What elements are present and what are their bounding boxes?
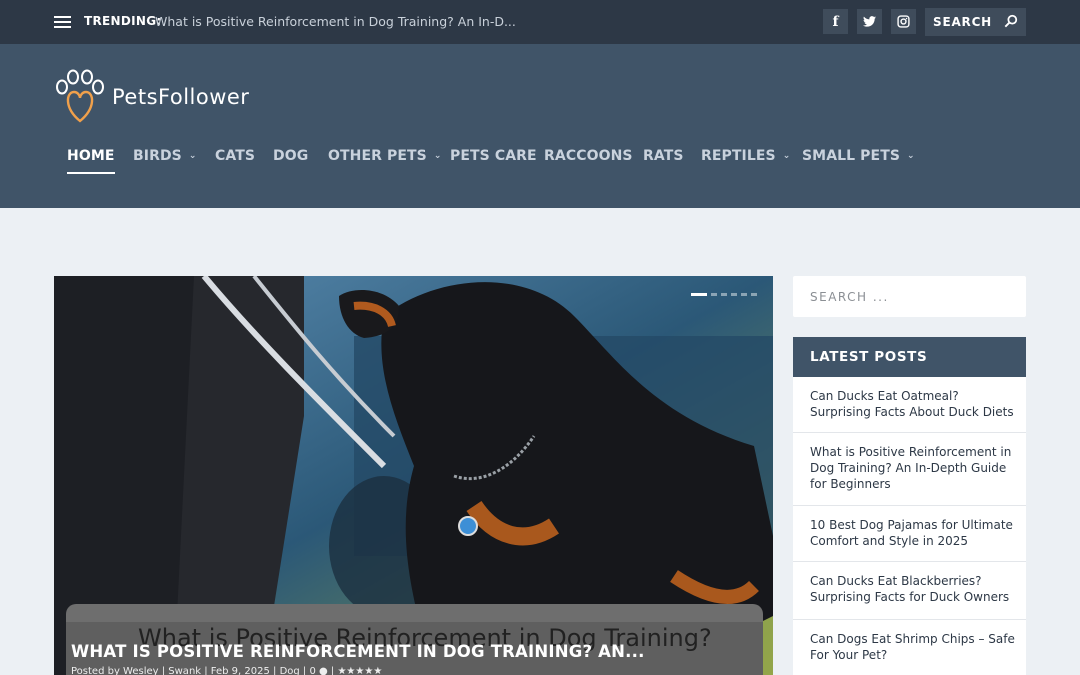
- nav-cats[interactable]: CATS: [215, 148, 255, 164]
- list-item[interactable]: What is Positive Reinforcement in Dog Tr…: [793, 433, 1026, 506]
- instagram-icon[interactable]: [891, 9, 916, 34]
- nav-raccoons[interactable]: RACCOONS: [544, 148, 633, 164]
- top-search-box[interactable]: SEARCH: [925, 8, 1026, 36]
- slide-dot[interactable]: [741, 293, 747, 296]
- sidebar-search-input[interactable]: [793, 276, 1026, 317]
- nav-other-pets[interactable]: OTHER PETS ⌄: [328, 148, 442, 164]
- nav-reptiles[interactable]: REPTILES ⌄: [701, 148, 790, 164]
- latest-posts-title: LATEST POSTS: [810, 349, 928, 365]
- nav-pets-care[interactable]: PETS CARE: [450, 148, 537, 164]
- list-item[interactable]: Can Ducks Eat Blackberries? Surprising F…: [793, 562, 1026, 620]
- main-nav: HOME BIRDS ⌄ CATS DOG OTHER PETS ⌄ PETS CA…: [0, 148, 1080, 178]
- slide-dot[interactable]: [711, 293, 717, 296]
- featured-meta: Posted by Wesley | Swank | Feb 9, 2025 |…: [71, 666, 383, 675]
- list-item[interactable]: 10 Best Dog Pajamas for Ultimate Comfort…: [793, 506, 1026, 562]
- trending-link[interactable]: What is Positive Reinforcement in Dog Tr…: [155, 14, 516, 29]
- list-item[interactable]: Can Ducks Eat Oatmeal? Surprising Facts …: [793, 377, 1026, 433]
- slide-dot[interactable]: [721, 293, 727, 296]
- site-logo[interactable]: PetsFollower: [54, 68, 249, 128]
- chevron-down-icon: ⌄: [188, 151, 197, 161]
- twitter-icon[interactable]: [857, 9, 882, 34]
- paw-heart-icon: [56, 69, 104, 123]
- slide-dot[interactable]: [731, 293, 737, 296]
- trending-label: TRENDING:: [84, 14, 162, 28]
- nav-rats[interactable]: RATS: [643, 148, 684, 164]
- site-header: PetsFollower HOME BIRDS ⌄ CATS DOG OTHER …: [0, 44, 1080, 208]
- latest-posts-header: LATEST POSTS: [793, 337, 1026, 377]
- chevron-down-icon: ⌄: [433, 151, 442, 161]
- active-underline: [67, 172, 115, 174]
- top-bar: TRENDING: What is Positive Reinforcement…: [0, 0, 1080, 44]
- slide-dot[interactable]: [691, 293, 707, 296]
- chevron-down-icon: ⌄: [907, 151, 915, 161]
- slider-pagination: [691, 293, 757, 296]
- featured-caption: What is Positive Reinforcement in Dog Tr…: [66, 604, 763, 675]
- nav-small-pets[interactable]: SMALL PETS ⌄: [802, 148, 915, 164]
- nav-birds[interactable]: BIRDS ⌄: [133, 148, 197, 164]
- menu-icon[interactable]: [54, 16, 71, 28]
- featured-title[interactable]: WHAT IS POSITIVE REINFORCEMENT IN DOG TR…: [71, 642, 645, 661]
- featured-slider[interactable]: What is Positive Reinforcement in Dog Tr…: [54, 276, 773, 675]
- list-item[interactable]: Can Dogs Eat Shrimp Chips – Safe For You…: [793, 620, 1026, 675]
- nav-dog[interactable]: DOG: [273, 148, 308, 164]
- search-icon[interactable]: [1004, 14, 1018, 28]
- facebook-icon[interactable]: f: [823, 9, 848, 34]
- slide-dot[interactable]: [751, 293, 757, 296]
- chevron-down-icon: ⌄: [782, 151, 791, 161]
- logo-text: PetsFollower: [112, 85, 250, 109]
- nav-home[interactable]: HOME: [67, 148, 115, 174]
- top-search-label: SEARCH: [933, 15, 993, 29]
- sidebar-search: [793, 276, 1026, 317]
- latest-posts-list: Can Ducks Eat Oatmeal? Surprising Facts …: [793, 377, 1026, 675]
